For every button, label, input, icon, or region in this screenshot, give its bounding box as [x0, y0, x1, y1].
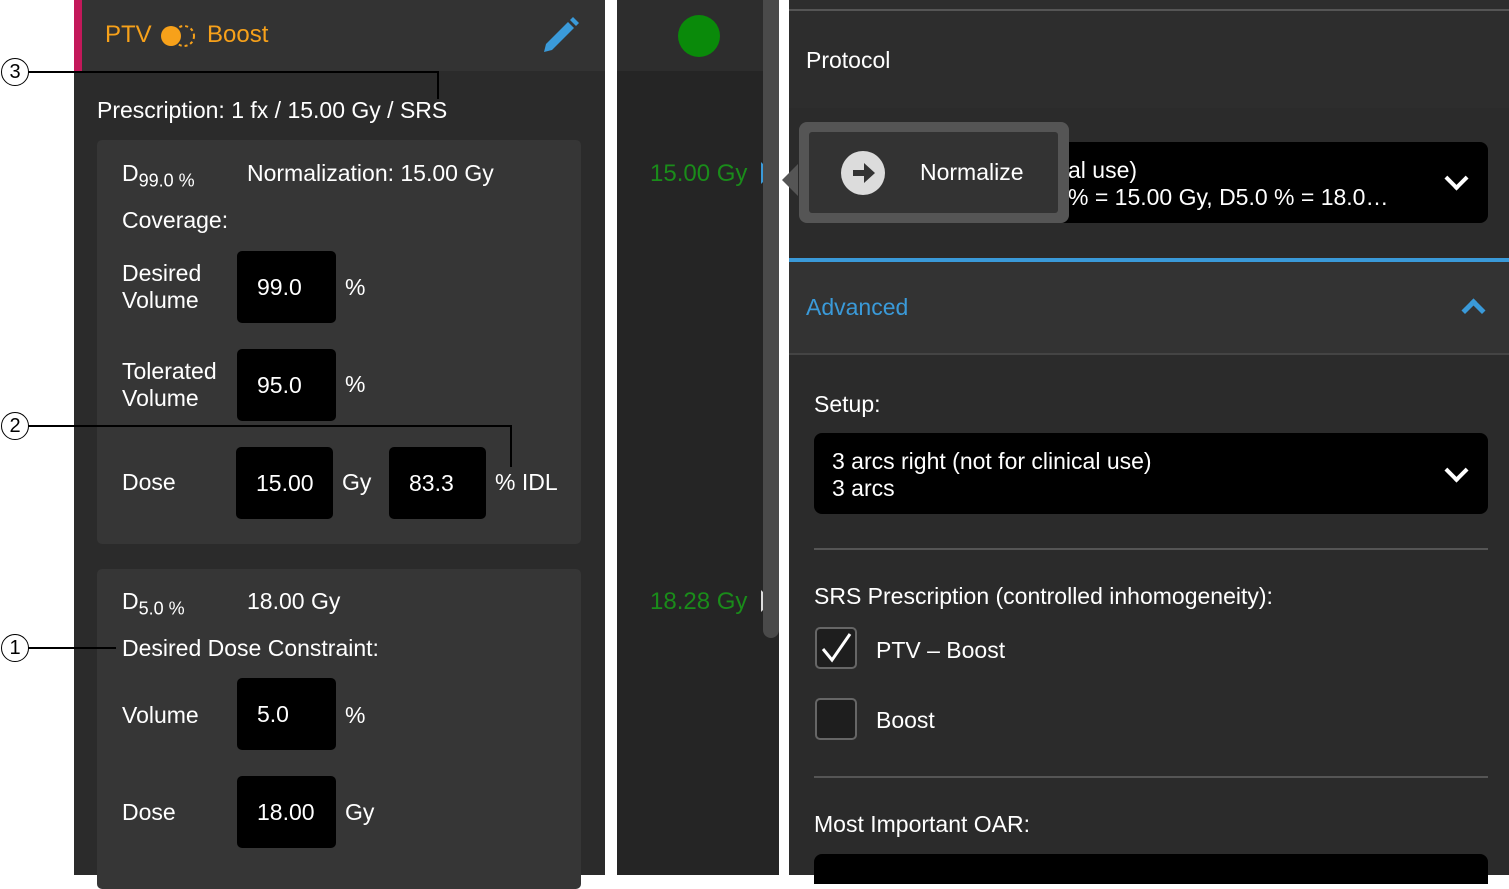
protocol-title: Protocol — [806, 47, 891, 73]
tolerated-volume-unit: % — [345, 371, 366, 397]
desired-dose-constraint-label: Desired Dose Constraint: — [122, 635, 379, 661]
callout-1: 1 — [1, 634, 29, 662]
coverage-dose-label: Dose — [122, 469, 176, 495]
d99-label: D99.0 % — [122, 160, 195, 191]
checkmark-icon — [821, 633, 852, 663]
callout-3-leader-vertical — [437, 71, 439, 99]
checkbox-label-ptv-boost: PTV – Boost — [876, 637, 1006, 663]
protocol-header — [789, 0, 1509, 108]
most-important-oar-label: Most Important OAR: — [814, 811, 1031, 837]
d5-dose-label: Dose — [122, 799, 176, 825]
protocol-line-2: % = 15.00 Gy, D5.0 % = 18.0… — [1068, 184, 1389, 210]
normalization-text: Normalization: 15.00 Gy — [247, 160, 494, 186]
callout-1-leader — [28, 647, 116, 649]
popup-pointer — [782, 164, 798, 196]
d5-dose-unit: Gy — [345, 799, 375, 825]
normalize-button-label: Normalize — [920, 159, 1024, 185]
prescription-text: Prescription: 1 fx / 15.00 Gy / SRS — [97, 97, 448, 123]
coverage-dose-input[interactable]: 15.00 — [236, 447, 333, 519]
status-indicator-dot — [678, 15, 720, 57]
structure-name: Boost — [207, 21, 269, 48]
idl-unit: % IDL — [495, 469, 558, 495]
callout-2-leader — [28, 425, 511, 427]
checkbox-boost[interactable] — [815, 698, 857, 740]
d5-label: D5.0 % — [122, 588, 185, 619]
top-divider — [789, 9, 1509, 11]
section-divider — [814, 776, 1488, 778]
section-divider — [814, 548, 1488, 550]
callout-3-leader — [28, 71, 438, 73]
desired-volume-label: Desired Volume — [122, 260, 202, 313]
structure-header — [74, 0, 605, 71]
achieved-dose-2: 18.28 Gy — [650, 588, 748, 615]
boolean-operation-icon — [160, 24, 196, 48]
setup-label: Setup: — [814, 391, 881, 417]
d5-volume-label: Volume — [122, 702, 199, 728]
arrow-right-circle-icon — [840, 150, 886, 196]
d5-dose-text: 18.00 Gy — [247, 588, 341, 614]
edit-pencil-icon[interactable] — [540, 14, 582, 56]
tolerated-volume-input[interactable]: 95.0 — [237, 349, 336, 421]
checkbox-label-boost: Boost — [876, 707, 935, 733]
desired-volume-input[interactable]: 99.0 — [237, 251, 336, 323]
checkbox-ptv-boost[interactable] — [815, 627, 857, 669]
advanced-divider — [789, 353, 1509, 355]
structure-color-bar — [74, 0, 82, 71]
d5-dose-input[interactable]: 18.00 — [237, 776, 336, 848]
protocol-line-1: al use) — [1068, 157, 1138, 183]
structure-prefix: PTV — [105, 21, 152, 48]
desired-volume-unit: % — [345, 274, 366, 300]
d5-volume-unit: % — [345, 702, 366, 728]
advanced-label: Advanced — [806, 294, 909, 320]
coverage-label: Coverage: — [122, 207, 229, 233]
tolerated-volume-label: Tolerated Volume — [122, 358, 217, 411]
idl-input[interactable]: 83.3 — [389, 447, 486, 519]
callout-3: 3 — [1, 58, 29, 86]
callout-2: 2 — [1, 412, 29, 440]
scrollbar-thumb[interactable] — [763, 0, 779, 638]
setup-line-1: 3 arcs right (not for clinical use) — [832, 448, 1152, 474]
dose-indicator-column — [617, 0, 763, 875]
setup-line-2: 3 arcs — [832, 475, 895, 501]
achieved-dose-1: 15.00 Gy — [650, 160, 748, 187]
callout-2-leader-vertical — [510, 425, 512, 467]
srs-prescription-label: SRS Prescription (controlled inhomogenei… — [814, 583, 1273, 609]
oar-dropdown[interactable] — [814, 854, 1488, 884]
d5-volume-input[interactable]: 5.0 — [237, 678, 336, 750]
coverage-dose-unit: Gy — [342, 469, 372, 495]
